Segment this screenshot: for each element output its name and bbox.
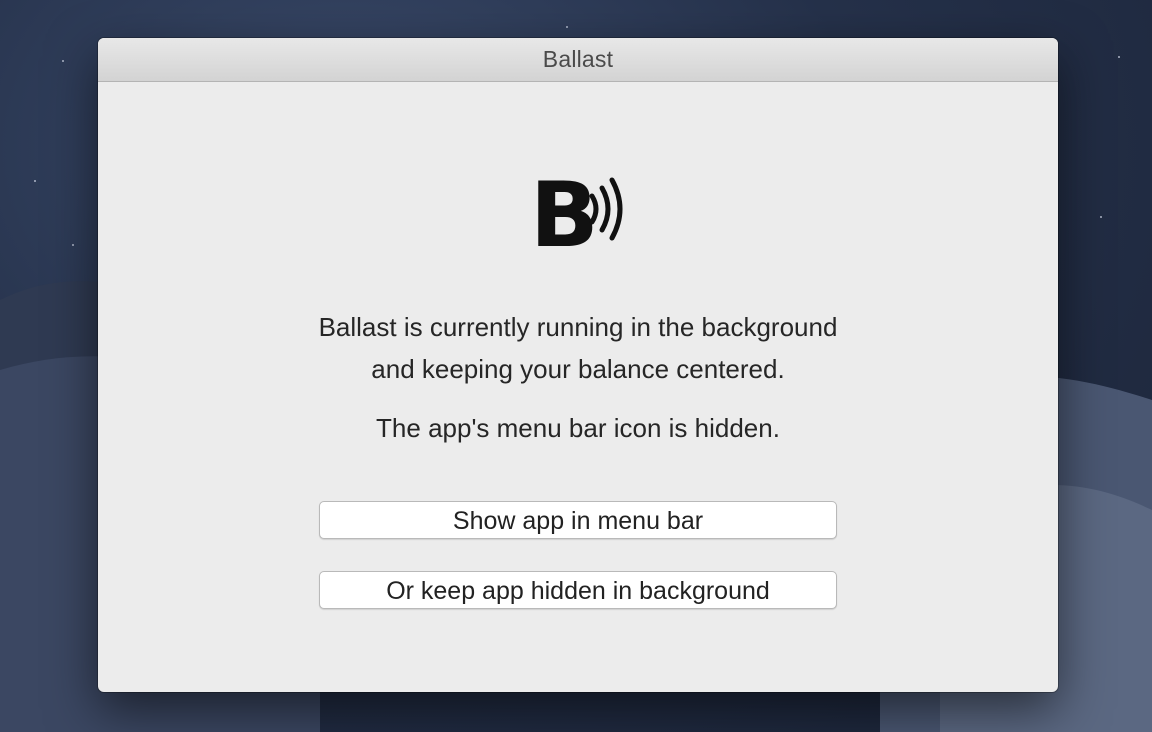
ballast-window: Ballast B Ballast is currently running i… [98,38,1058,692]
star [1118,56,1120,58]
star [1100,216,1102,218]
star [62,60,64,62]
status-message-line2: and keeping your balance centered. [371,354,785,384]
window-titlebar[interactable]: Ballast [98,38,1058,82]
star [72,244,74,246]
status-message-line1: Ballast is currently running in the back… [318,312,838,342]
star [34,180,36,182]
logo-letter: B [530,166,599,256]
ballast-logo-icon: B [530,166,623,256]
keep-hidden-button[interactable]: Or keep app hidden in background [319,571,837,609]
star [566,26,568,28]
show-in-menu-bar-button[interactable]: Show app in menu bar [319,501,837,539]
window-title: Ballast [542,46,614,72]
menu-icon-status: The app's menu bar icon is hidden. [376,413,780,443]
status-message: Ballast is currently running in the back… [98,306,1058,390]
